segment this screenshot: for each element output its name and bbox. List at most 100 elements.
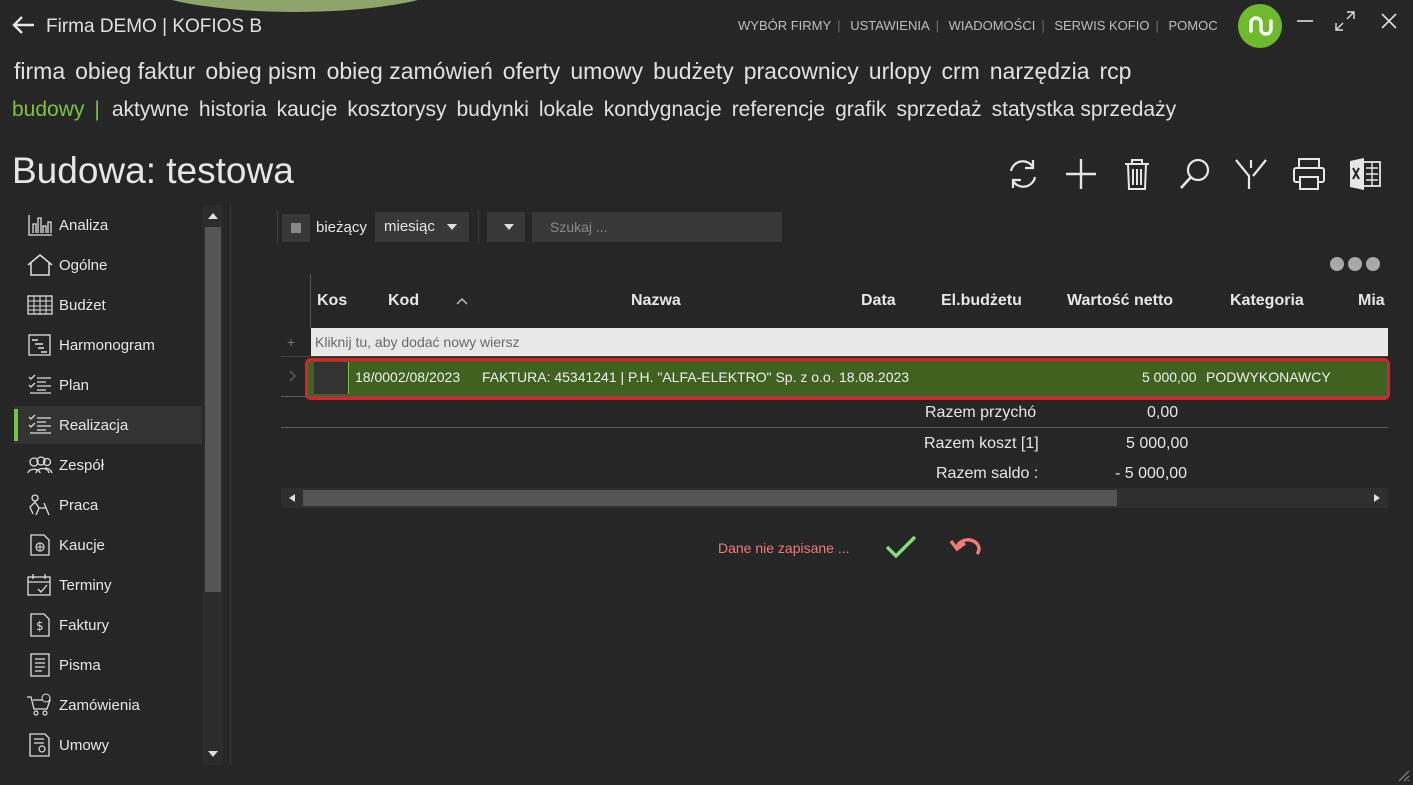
sort-ascending-icon[interactable]: [456, 296, 468, 306]
sidebar-label: Praca: [59, 496, 99, 514]
nav-narzedzia[interactable]: narzędzia: [990, 58, 1090, 84]
sidebar-item-zespol[interactable]: Zespół: [14, 446, 202, 484]
scroll-left-icon[interactable]: [288, 493, 296, 503]
search-icon[interactable]: [1176, 155, 1214, 193]
sidebar-item-ogolne[interactable]: Ogólne: [14, 246, 202, 284]
nav-obieg-zamowien[interactable]: obieg zamówień: [327, 58, 493, 84]
sidebar-item-budzet[interactable]: Budżet: [14, 286, 202, 324]
nav-budzety[interactable]: budżety: [653, 58, 734, 84]
scroll-right-icon[interactable]: [1373, 493, 1381, 503]
col-header-kategoria[interactable]: Kategoria: [1230, 292, 1304, 310]
summary-label: Razem koszt [1]: [924, 435, 1039, 452]
sidebar-item-harmonogram[interactable]: Harmonogram: [14, 326, 202, 364]
top-link-serwis[interactable]: SERWIS KOFIO: [1054, 18, 1149, 33]
sidebar-item-analiza[interactable]: Analiza: [14, 206, 202, 244]
subnav-referencje[interactable]: referencje: [732, 98, 825, 121]
contract-icon: [29, 733, 50, 757]
sidebar-divider: [230, 205, 231, 765]
subnav-statystyka[interactable]: statystka sprzedaży: [992, 98, 1176, 121]
refresh-icon[interactable]: [1004, 155, 1042, 193]
svg-text:$: $: [36, 619, 44, 633]
subnav-kaucje[interactable]: kaucje: [277, 98, 338, 121]
more-options-icon[interactable]: [1330, 257, 1384, 276]
header-decoration: [130, 0, 460, 12]
bar-chart-icon: [28, 215, 52, 236]
subnav-lokale[interactable]: lokale: [539, 98, 594, 121]
nav-obieg-pism[interactable]: obieg pism: [205, 58, 316, 84]
sidebar-label: Kaucje: [59, 536, 105, 554]
nav-obieg-faktur[interactable]: obieg faktur: [75, 58, 195, 84]
col-header-el-budzetu[interactable]: El.budżetu: [941, 292, 1022, 310]
sidebar-item-praca[interactable]: Praca: [14, 486, 202, 524]
nav-pracownicy[interactable]: pracownicy: [744, 58, 859, 84]
col-header-miasto[interactable]: Mia: [1358, 292, 1385, 310]
add-icon[interactable]: [1062, 155, 1100, 193]
resize-grip-icon[interactable]: [1396, 768, 1410, 782]
minimize-icon[interactable]: [1290, 6, 1320, 36]
filter-icon[interactable]: [1232, 155, 1270, 193]
grid-line: [281, 356, 1388, 357]
nav-umowy[interactable]: umowy: [570, 58, 643, 84]
filter-select[interactable]: [487, 212, 525, 242]
subnav-kosztorysy[interactable]: kosztorysy: [347, 98, 446, 121]
subnav-kondygnacje[interactable]: kondygnacje: [604, 98, 722, 121]
summary-label: Razem przychó: [925, 404, 1037, 421]
col-header-nazwa[interactable]: Nazwa: [631, 292, 681, 310]
nav-rcp[interactable]: rcp: [1100, 58, 1132, 84]
search-input[interactable]: [532, 212, 782, 242]
subnav-historia[interactable]: historia: [199, 98, 267, 121]
grid-line: [281, 427, 1388, 428]
top-link-ustawienia[interactable]: USTAWIENIA: [850, 18, 929, 33]
scroll-up-icon[interactable]: [207, 211, 219, 221]
subnav-aktywne[interactable]: aktywne: [112, 98, 189, 121]
sidebar-item-umowy[interactable]: Umowy: [14, 726, 202, 764]
maximize-icon[interactable]: [1330, 6, 1360, 36]
close-icon[interactable]: [1374, 6, 1404, 36]
kofio-logo-icon[interactable]: [1238, 4, 1282, 48]
grid-scroll-thumb[interactable]: [303, 490, 1117, 506]
grid-indicator-divider: [310, 274, 311, 328]
subnav-grafik[interactable]: grafik: [835, 98, 886, 121]
back-arrow-icon[interactable]: [10, 12, 36, 38]
sidebar-label: Pisma: [59, 656, 101, 674]
nav-oferty[interactable]: oferty: [503, 58, 561, 84]
sidebar-item-zamowienia[interactable]: Zamówienia: [14, 686, 202, 724]
summary-value: - 5 000,00: [1115, 465, 1188, 482]
col-header-wartosc-netto[interactable]: Wartość netto: [1067, 292, 1173, 310]
subnav-budowy[interactable]: budowy: [12, 98, 84, 121]
subnav-budynki[interactable]: budynki: [457, 98, 529, 121]
sidebar-item-kaucje[interactable]: Kaucje: [14, 526, 202, 564]
period-select[interactable]: miesiąc: [375, 212, 469, 242]
print-icon[interactable]: [1290, 155, 1328, 193]
scroll-down-icon[interactable]: [207, 749, 219, 759]
top-link-wiadomosci[interactable]: WIADOMOŚCI: [949, 18, 1036, 33]
nav-crm[interactable]: crm: [941, 58, 979, 84]
col-header-kod[interactable]: Kod: [388, 292, 419, 310]
top-link-pomoc[interactable]: POMOC: [1168, 18, 1217, 33]
nav-firma[interactable]: firma: [14, 58, 65, 84]
summary-label: Razem saldo :: [936, 465, 1039, 482]
nav-urlopy[interactable]: urlopy: [869, 58, 932, 84]
current-checkbox[interactable]: [282, 214, 310, 242]
sidebar-item-pisma[interactable]: Pisma: [14, 646, 202, 684]
invoice-icon: $: [30, 613, 50, 637]
subnav-sprzedaz[interactable]: sprzedaż: [896, 98, 981, 121]
main-nav: firma obieg faktur obieg pism obieg zamówie…: [14, 58, 1141, 85]
confirm-save-icon[interactable]: [884, 533, 918, 561]
cell-kategoria: PODWYKONAWCY: [1206, 369, 1331, 385]
new-row-input[interactable]: Kliknij tu, aby dodać nowy wiersz: [311, 328, 1388, 356]
col-header-data[interactable]: Data: [861, 292, 896, 310]
sidebar-item-faktury[interactable]: $ Faktury: [14, 606, 202, 644]
trash-icon[interactable]: [1118, 155, 1156, 193]
top-link-wybor-firmy[interactable]: WYBÓR FIRMY: [738, 18, 831, 33]
sidebar-item-realizacja[interactable]: Realizacja: [14, 406, 202, 444]
sidebar-item-terminy[interactable]: Terminy: [14, 566, 202, 604]
undo-icon[interactable]: [948, 533, 982, 561]
sidebar-item-plan[interactable]: Plan: [14, 366, 202, 404]
col-header-kos[interactable]: Kos: [317, 292, 347, 310]
sidebar-scrollbar[interactable]: [203, 205, 223, 765]
row-kos-checkbox[interactable]: [314, 362, 349, 394]
excel-export-icon[interactable]: [1346, 155, 1384, 193]
sidebar-scroll-thumb[interactable]: [205, 227, 221, 592]
grid-horizontal-scrollbar[interactable]: [281, 488, 1388, 508]
